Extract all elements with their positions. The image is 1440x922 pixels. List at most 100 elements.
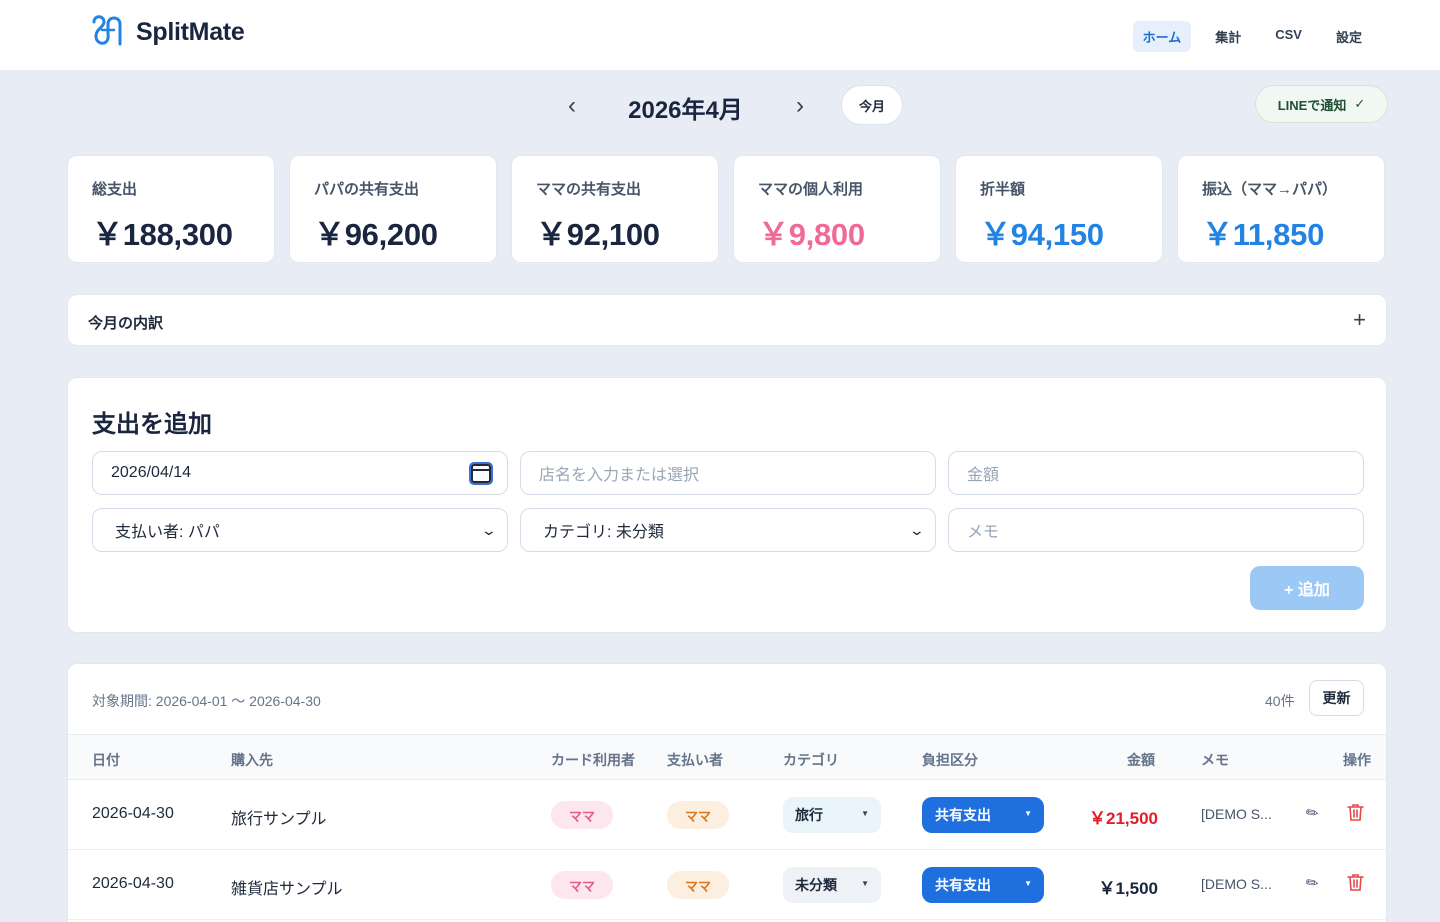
app-logo[interactable]: SplitMate: [88, 12, 245, 52]
payer-badge: ママ: [667, 871, 729, 899]
payer-value: 支払い者: パパ: [115, 524, 220, 541]
amount-placeholder: 金額: [967, 467, 1000, 484]
payer-badge: ママ: [667, 801, 729, 829]
nav-settings[interactable]: 設定: [1326, 21, 1372, 52]
record-count: 40件: [1265, 693, 1295, 709]
edit-pencil-icon[interactable]: ✎: [1302, 872, 1323, 894]
row-share-value: 共有支出: [935, 807, 991, 823]
summary-value: ￥92,100: [536, 217, 660, 252]
expense-list-panel: 対象期間: 2026-04-01 〜 2026-04-30 40件 更新 日付 …: [67, 663, 1387, 922]
summary-card-papa-shared: パパの共有支出 ￥96,200: [289, 155, 497, 263]
row-memo: [DEMO S...: [1201, 876, 1272, 892]
table-row: 2026-04-30 旅行サンプル ママ ママ 旅行 ▼ 共有支出 ▼ ￥21,…: [68, 780, 1386, 850]
edit-pencil-icon[interactable]: ✎: [1302, 802, 1323, 824]
summary-label: 折半額: [980, 181, 1026, 198]
expand-plus-icon[interactable]: +: [1353, 307, 1366, 333]
row-store: 雑貨店サンプル: [231, 881, 343, 898]
header-amount[interactable]: 金額: [1127, 750, 1155, 770]
summary-value: ￥9,800: [758, 217, 865, 252]
summary-cards: 総支出 ￥188,300 パパの共有支出 ￥96,200 ママの共有支出 ￥92…: [67, 155, 1385, 263]
date-value: 2026/04/14: [111, 464, 192, 481]
row-amount: ￥21,500: [1089, 809, 1158, 828]
header-payer[interactable]: 支払い者: [667, 750, 723, 770]
memo-placeholder: メモ: [967, 524, 1000, 541]
card-user-badge: ママ: [551, 801, 613, 829]
header-memo[interactable]: メモ: [1201, 750, 1229, 770]
header-card-user[interactable]: カード利用者: [551, 750, 635, 770]
nav-home[interactable]: ホーム: [1132, 21, 1192, 52]
period-range: 対象期間: 2026-04-01 〜 2026-04-30: [92, 693, 321, 709]
row-share-value: 共有支出: [935, 877, 991, 893]
header-actions: 操作: [1343, 752, 1371, 768]
store-placeholder: 店名を入力または選択: [539, 467, 700, 484]
chevron-down-icon: ⌄: [908, 522, 926, 538]
summary-card-total: 総支出 ￥188,300: [67, 155, 275, 263]
summary-label: 総支出: [92, 181, 138, 198]
app-name: SplitMate: [136, 17, 245, 46]
dropdown-arrow-icon: ▼: [1024, 879, 1032, 888]
month-title: 2026年4月: [628, 97, 743, 124]
dropdown-arrow-icon: ▼: [861, 809, 869, 818]
dropdown-arrow-icon: ▼: [861, 879, 869, 888]
date-input[interactable]: 2026/04/14: [92, 451, 508, 495]
category-select[interactable]: カテゴリ: 未分類 ⌄: [520, 508, 936, 552]
summary-value: ￥188,300: [92, 217, 233, 252]
splitmate-logo-icon: [92, 15, 122, 46]
add-expense-panel: 支出を追加 2026/04/14 店名を入力または選択 金額 支払い者: パパ …: [67, 377, 1387, 633]
row-store: 旅行サンプル: [231, 811, 327, 828]
prev-month-button[interactable]: ‹: [560, 92, 584, 120]
table-header: 日付 購入先 カード利用者 支払い者 カテゴリ 負担区分 金額 メモ 操作: [68, 734, 1386, 780]
summary-card-half: 折半額 ￥94,150: [955, 155, 1163, 263]
amount-input[interactable]: 金額: [948, 451, 1364, 495]
dropdown-arrow-icon: ▼: [1024, 809, 1032, 818]
row-memo: [DEMO S...: [1201, 806, 1272, 822]
main-nav: ホーム 集計 CSV 設定: [1132, 21, 1372, 52]
store-input[interactable]: 店名を入力または選択: [520, 451, 936, 495]
add-expense-title: 支出を追加: [92, 411, 212, 438]
line-notify-label: LINEで通知: [1277, 97, 1347, 113]
summary-card-transfer: 振込（ママ→パパ） ￥11,850: [1177, 155, 1385, 263]
summary-value: ￥94,150: [980, 217, 1104, 252]
summary-label: パパの共有支出: [314, 181, 420, 198]
summary-value: ￥11,850: [1202, 217, 1325, 252]
header-date[interactable]: 日付: [92, 750, 120, 770]
row-share-select[interactable]: 共有支出 ▼: [922, 797, 1044, 833]
next-month-button[interactable]: ›: [788, 92, 812, 120]
memo-input[interactable]: メモ: [948, 508, 1364, 552]
nav-summary[interactable]: 集計: [1205, 21, 1251, 52]
add-expense-button[interactable]: + 追加: [1250, 566, 1364, 610]
check-icon: ✓: [1354, 96, 1366, 111]
top-navigation-bar: SplitMate ホーム 集計 CSV 設定: [0, 0, 1440, 70]
summary-value: ￥96,200: [314, 217, 438, 252]
category-value: カテゴリ: 未分類: [543, 524, 664, 541]
table-row: 2026-04-30 雑貨店サンプル ママ ママ 未分類 ▼ 共有支出 ▼ ￥1…: [68, 850, 1386, 920]
header-share[interactable]: 負担区分: [922, 750, 978, 770]
payer-select[interactable]: 支払い者: パパ ⌄: [92, 508, 508, 552]
summary-card-mama-personal: ママの個人利用 ￥9,800: [733, 155, 941, 263]
current-month-button[interactable]: 今月: [841, 85, 903, 125]
summary-label: ママの共有支出: [536, 181, 642, 198]
row-amount: ￥1,500: [1098, 879, 1158, 898]
row-date: 2026-04-30: [92, 805, 174, 822]
row-category-select[interactable]: 未分類 ▼: [783, 867, 881, 903]
delete-trash-icon[interactable]: [1347, 873, 1364, 891]
line-notify-button[interactable]: LINEで通知 ✓: [1255, 85, 1388, 123]
row-category-value: 旅行: [795, 807, 823, 823]
calendar-icon[interactable]: [471, 464, 491, 483]
chevron-down-icon: ⌄: [480, 522, 498, 538]
delete-trash-icon[interactable]: [1347, 803, 1364, 821]
breakdown-title: 今月の内訳: [88, 315, 164, 332]
card-user-badge: ママ: [551, 871, 613, 899]
refresh-button[interactable]: 更新: [1309, 680, 1364, 716]
row-share-select[interactable]: 共有支出 ▼: [922, 867, 1044, 903]
nav-csv[interactable]: CSV: [1265, 21, 1312, 52]
summary-card-mama-shared: ママの共有支出 ￥92,100: [511, 155, 719, 263]
row-category-value: 未分類: [795, 877, 837, 893]
summary-label: 振込（ママ→パパ）: [1202, 181, 1338, 198]
header-store[interactable]: 購入先: [231, 750, 273, 770]
summary-label: ママの個人利用: [758, 181, 864, 198]
monthly-breakdown-panel[interactable]: 今月の内訳 +: [67, 294, 1387, 346]
row-category-select[interactable]: 旅行 ▼: [783, 797, 881, 833]
header-category[interactable]: カテゴリ: [783, 750, 839, 770]
row-date: 2026-04-30: [92, 875, 174, 892]
